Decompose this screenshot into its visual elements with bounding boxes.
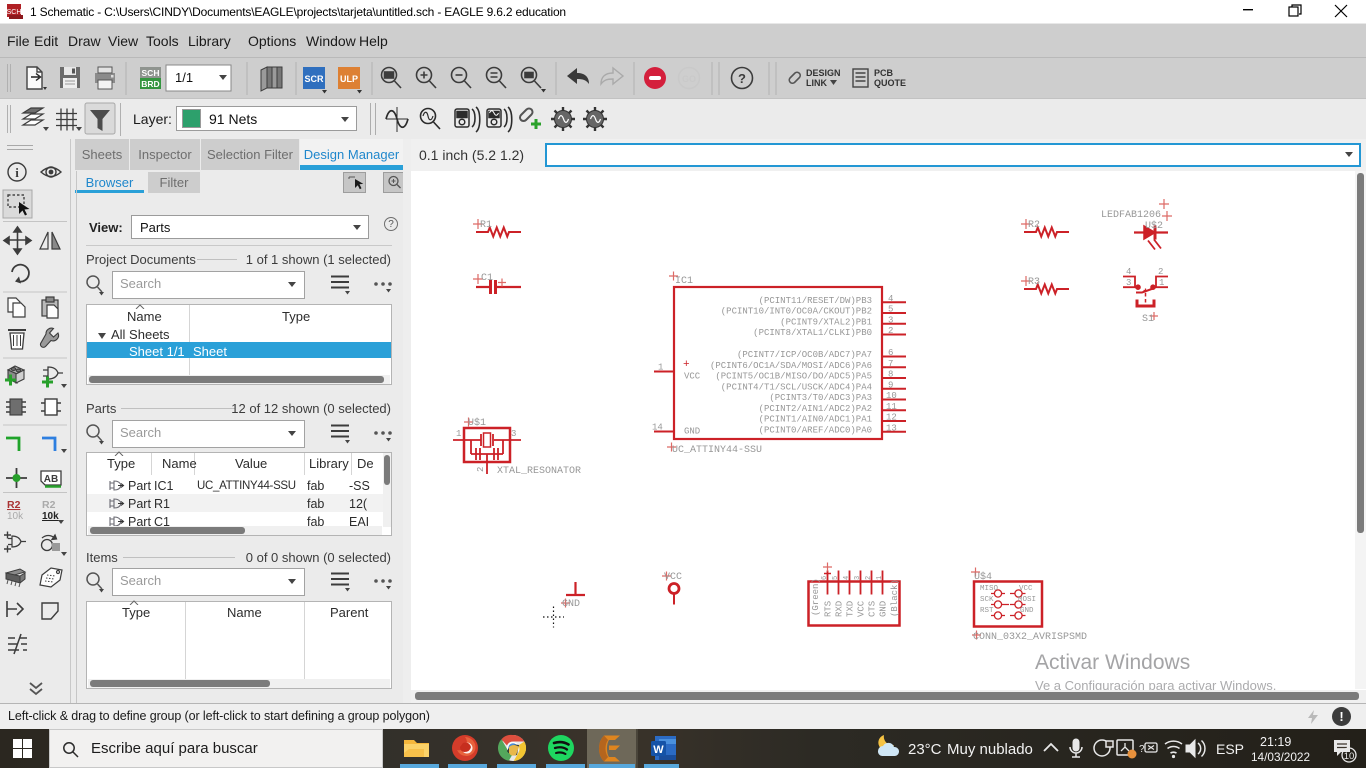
svg-text:7: 7 <box>888 359 893 369</box>
svg-text:S1: S1 <box>1142 314 1154 325</box>
svg-text:QUOTE: QUOTE <box>874 78 906 88</box>
svg-text:21:19: 21:19 <box>1260 735 1291 749</box>
svg-text:1: 1 <box>658 363 663 373</box>
svg-text:4: 4 <box>843 576 851 580</box>
svg-text:13: 13 <box>886 423 897 433</box>
svg-text:10k: 10k <box>7 511 24 522</box>
svg-text:VCC: VCC <box>1019 585 1033 593</box>
svg-text:VCC: VCC <box>684 372 701 382</box>
svg-text:RXD: RXD <box>835 601 845 617</box>
svg-text:ESP: ESP <box>1216 741 1244 757</box>
svg-text:R2: R2 <box>7 499 21 511</box>
svg-text:RTS: RTS <box>824 601 834 617</box>
svg-text:(PCINT1/AIN0/ADC1)PA1: (PCINT1/AIN0/ADC1)PA1 <box>759 415 872 425</box>
svg-text:R2: R2 <box>1028 220 1040 231</box>
svg-text:VCC: VCC <box>857 600 867 617</box>
svg-text:(PCINT9/XTAL2)PB1: (PCINT9/XTAL2)PB1 <box>780 317 872 327</box>
svg-text:11: 11 <box>886 402 897 412</box>
svg-text:IC1: IC1 <box>675 276 693 287</box>
svg-text:U$2: U$2 <box>1145 220 1163 232</box>
svg-text:R1: R1 <box>480 220 492 231</box>
svg-text:23°C: 23°C <box>908 741 942 758</box>
svg-text:R3: R3 <box>1028 277 1040 288</box>
svg-text:(PCINT3/T0/ADC3)PA3: (PCINT3/T0/ADC3)PA3 <box>769 393 872 403</box>
svg-text:GND: GND <box>879 601 889 617</box>
svg-text:MOSI: MOSI <box>1018 596 1036 604</box>
svg-text:U$4: U$4 <box>974 571 992 583</box>
svg-text:GND: GND <box>684 427 700 437</box>
svg-text:GND: GND <box>562 599 580 610</box>
svg-text:(PCINT8/XTAL1/CLKI)PB0: (PCINT8/XTAL1/CLKI)PB0 <box>753 328 872 338</box>
svg-text:5: 5 <box>888 305 893 315</box>
svg-text:(PCINT10/INT0/OC0A/CKOUT)PB2: (PCINT10/INT0/OC0A/CKOUT)PB2 <box>721 307 872 317</box>
svg-text:LINK: LINK <box>806 78 827 88</box>
svg-text:MISO: MISO <box>980 585 999 593</box>
svg-text:SCR: SCR <box>304 74 324 84</box>
svg-text:C1: C1 <box>481 273 493 284</box>
svg-text:12: 12 <box>886 413 897 423</box>
svg-text:2: 2 <box>865 576 873 580</box>
svg-text:2: 2 <box>888 326 893 336</box>
svg-text:DESIGN: DESIGN <box>806 68 841 78</box>
svg-text:SCK: SCK <box>980 596 994 604</box>
svg-text:ULP: ULP <box>340 74 358 84</box>
svg-text:8: 8 <box>888 370 893 380</box>
svg-text:?: ? <box>738 71 746 86</box>
svg-text:(PCINT2/AIN1/ADC2)PA2: (PCINT2/AIN1/ADC2)PA2 <box>759 404 872 414</box>
svg-text:TXD: TXD <box>846 601 856 617</box>
svg-text:2: 2 <box>1158 267 1163 277</box>
svg-text:1: 1 <box>876 576 884 580</box>
svg-text:(PCINT6/OC1A/SDA/MOSI/ADC6)PA6: (PCINT6/OC1A/SDA/MOSI/ADC6)PA6 <box>710 361 872 371</box>
svg-text:10: 10 <box>886 391 897 401</box>
svg-text:2: 2 <box>476 467 486 472</box>
svg-text:6: 6 <box>888 348 893 358</box>
svg-text:XTAL_RESONATOR: XTAL_RESONATOR <box>497 466 581 477</box>
svg-text:3: 3 <box>1126 278 1131 288</box>
svg-text:i: i <box>15 165 19 180</box>
svg-text:5: 5 <box>832 576 840 580</box>
svg-text:GND: GND <box>1020 607 1034 615</box>
svg-text:9: 9 <box>888 380 893 390</box>
svg-text:1/1: 1/1 <box>175 70 193 85</box>
svg-text:(PCINT0/AREF/ADC0)PA0: (PCINT0/AREF/ADC0)PA0 <box>759 425 872 435</box>
svg-text:3: 3 <box>854 576 862 580</box>
svg-text:R2: R2 <box>42 499 56 511</box>
svg-text:Muy nublado: Muy nublado <box>947 741 1033 758</box>
svg-text:(Green): (Green) <box>811 578 821 616</box>
svg-text:VCC: VCC <box>664 572 682 583</box>
svg-text:1: 1 <box>456 429 461 439</box>
svg-text:SCH: SCH <box>7 9 21 16</box>
svg-text:4: 4 <box>888 294 893 304</box>
svg-text:GO: GO <box>682 74 696 84</box>
svg-text:CTS: CTS <box>868 601 878 617</box>
svg-text:(PCINT5/OC1B/MISO/DO/ADC5)PA5: (PCINT5/OC1B/MISO/DO/ADC5)PA5 <box>715 372 872 382</box>
svg-text:?: ? <box>1139 744 1145 755</box>
svg-text:CONN_03X2_AVRISPSMD: CONN_03X2_AVRISPSMD <box>973 632 1087 643</box>
svg-text:14: 14 <box>652 423 663 433</box>
svg-text:W: W <box>653 744 664 756</box>
svg-text:(PCINT4/T1/SCL/USCK/ADC4)PA4: (PCINT4/T1/SCL/USCK/ADC4)PA4 <box>721 382 872 392</box>
svg-text:RST: RST <box>980 607 994 615</box>
svg-text:6: 6 <box>821 576 829 580</box>
svg-text:(PCINT11/RESET/DW)PB3: (PCINT11/RESET/DW)PB3 <box>759 296 872 306</box>
svg-text:14/03/2022: 14/03/2022 <box>1251 750 1310 764</box>
svg-text:3: 3 <box>511 429 516 439</box>
svg-text:BRD: BRD <box>141 79 159 89</box>
svg-text:LEDFAB1206: LEDFAB1206 <box>1101 210 1161 221</box>
svg-text:3: 3 <box>888 315 893 325</box>
svg-text:10k: 10k <box>42 511 59 522</box>
svg-text:PCB: PCB <box>874 68 894 78</box>
svg-text:UC_ATTINY44-SSU: UC_ATTINY44-SSU <box>672 445 762 456</box>
svg-text:U$1: U$1 <box>468 417 486 429</box>
svg-text:AB: AB <box>44 474 58 485</box>
svg-text:(PCINT7/ICP/OC0B/ADC7)PA7: (PCINT7/ICP/OC0B/ADC7)PA7 <box>737 350 872 360</box>
svg-text:+: + <box>683 359 690 371</box>
svg-text:10: 10 <box>1344 751 1355 762</box>
svg-text:SCH: SCH <box>142 68 160 78</box>
svg-text:4: 4 <box>1126 267 1131 277</box>
svg-text:1: 1 <box>1159 278 1164 288</box>
svg-text:(Black): (Black) <box>890 579 900 617</box>
